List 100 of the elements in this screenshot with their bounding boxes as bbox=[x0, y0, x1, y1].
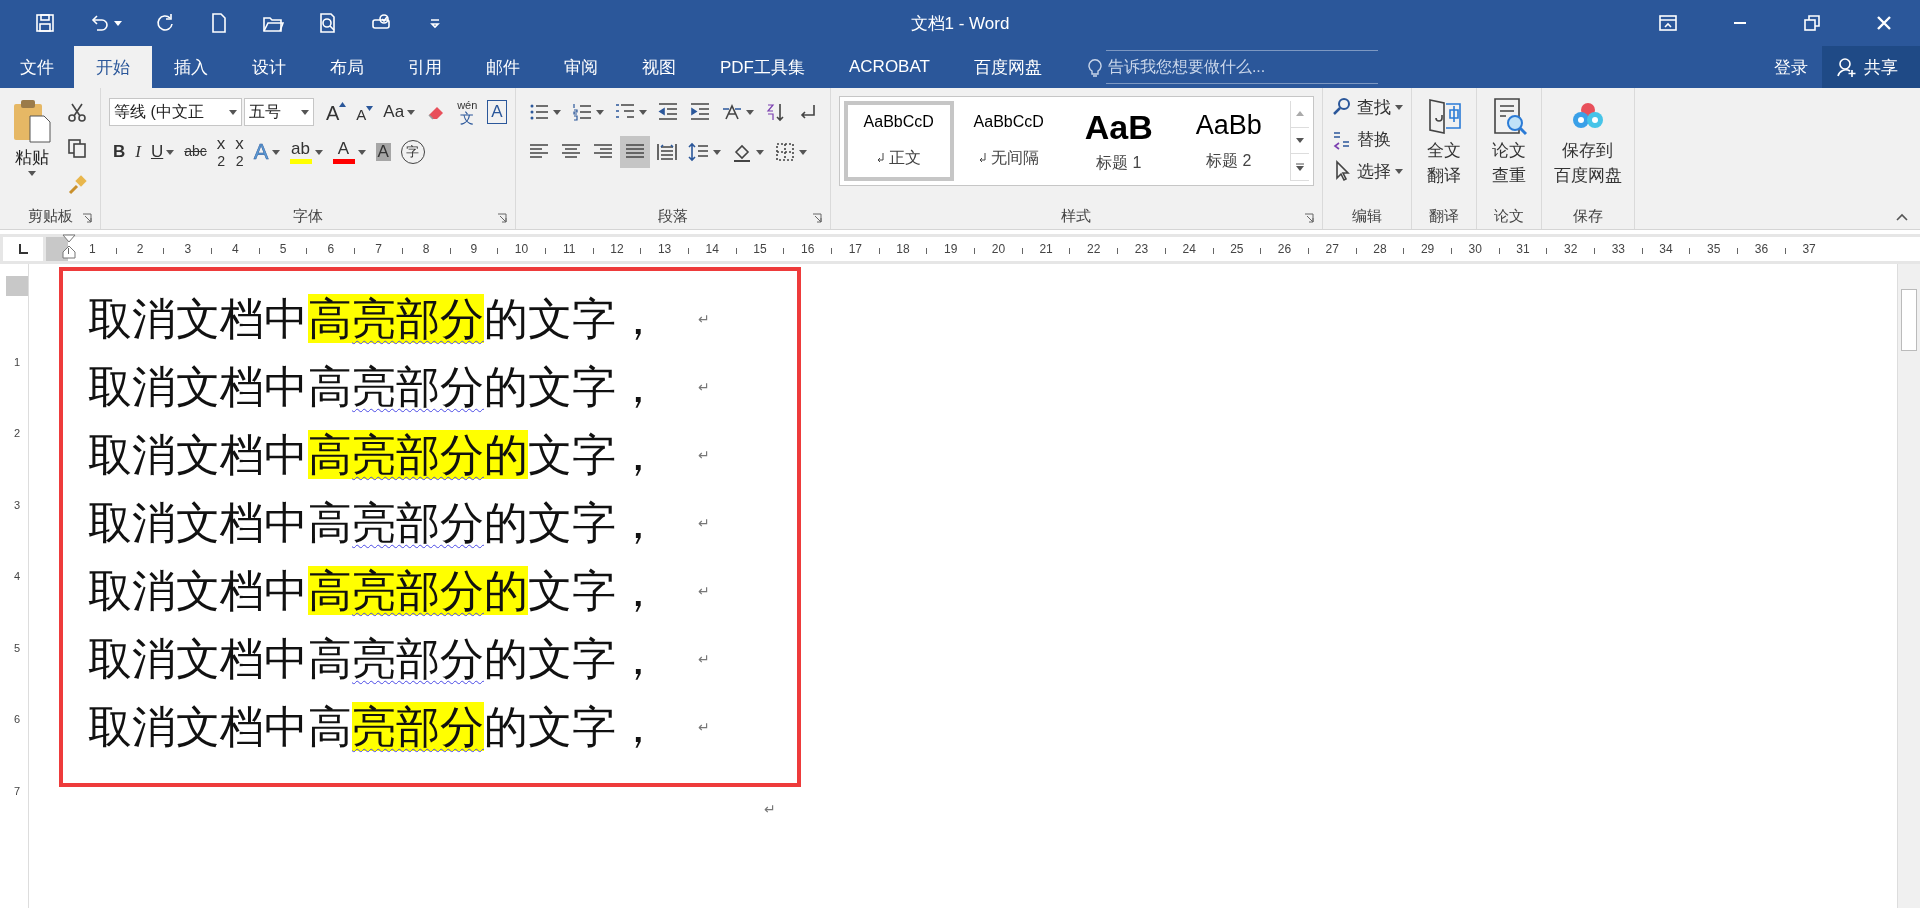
text-run: 亮部分 bbox=[352, 361, 484, 411]
text-run: 高 bbox=[308, 429, 352, 479]
sign-in-link[interactable]: 登录 bbox=[1760, 46, 1822, 88]
ruler-number: 16 bbox=[800, 242, 815, 256]
ruler-number: 35 bbox=[1707, 242, 1721, 256]
style-name: 无间隔 bbox=[978, 147, 1039, 169]
paragraph-mark: ↵ bbox=[698, 515, 710, 531]
ruler-number: 36 bbox=[1754, 242, 1769, 256]
collapse-ribbon-icon[interactable] bbox=[1896, 213, 1908, 221]
scissors-icon bbox=[66, 101, 88, 123]
caret-icon bbox=[595, 109, 604, 115]
tell-me-field[interactable]: 告诉我您想要做什么... bbox=[1105, 50, 1378, 84]
ruler-number: 1 bbox=[13, 355, 21, 368]
large-ribbon-button[interactable]: 保存到 百度网盘 bbox=[1549, 96, 1626, 187]
ruler-number: 21 bbox=[1039, 242, 1053, 256]
caret-icon bbox=[552, 109, 561, 115]
ribbon-tab[interactable]: 布局 bbox=[308, 46, 386, 88]
indent-icon bbox=[688, 101, 711, 123]
font-tool-button[interactable]: A bbox=[371, 136, 395, 168]
text-run: 文字， bbox=[528, 701, 660, 751]
scrollbar-thumb[interactable] bbox=[1901, 289, 1917, 351]
font-tool-button[interactable]: A bbox=[322, 96, 351, 128]
font-tool-button[interactable]: I bbox=[131, 136, 145, 168]
window-title: 文档1 - Word bbox=[910, 12, 1010, 35]
ribbon-tab[interactable]: 文件 bbox=[0, 46, 74, 88]
ruler-number: 2 bbox=[136, 242, 144, 256]
style-item[interactable]: AaBb 标题 2 bbox=[1173, 101, 1284, 181]
text-run: 取消文档中 bbox=[88, 633, 308, 683]
vertical-scrollbar[interactable] bbox=[1897, 264, 1920, 908]
paragraph-mark: ↵ bbox=[764, 801, 776, 817]
dialog-launcher-icon[interactable] bbox=[496, 213, 507, 223]
ribbon-tab[interactable]: 开始 bbox=[74, 46, 152, 88]
clipboard-icon bbox=[12, 98, 52, 144]
ribbon-tab[interactable]: 邮件 bbox=[464, 46, 542, 88]
font-tool-button[interactable]: A bbox=[328, 136, 370, 168]
font-tool-button[interactable]: U bbox=[146, 136, 179, 168]
ruler-number: 32 bbox=[1563, 242, 1578, 256]
font-name-dropdown[interactable]: 等线 (中文正 bbox=[109, 98, 242, 126]
ribbon-tab[interactable]: 插入 bbox=[152, 46, 230, 88]
left-tab-icon bbox=[17, 243, 29, 255]
restore-icon bbox=[1801, 12, 1823, 34]
ribbon-tab[interactable]: 视图 bbox=[620, 46, 698, 88]
tab-selector-button[interactable] bbox=[3, 237, 43, 261]
text-run: 亮部分 bbox=[352, 293, 484, 343]
font-tool-button[interactable]: Aa bbox=[379, 96, 420, 128]
ruler-number: 29 bbox=[1420, 242, 1435, 256]
paragraph-mark: ↵ bbox=[698, 651, 710, 667]
dialog-launcher-icon[interactable] bbox=[82, 213, 92, 223]
font-size-dropdown[interactable]: 五号 bbox=[244, 98, 314, 126]
font-tool-button[interactable]: A bbox=[352, 96, 378, 128]
ribbon-tab[interactable]: 审阅 bbox=[542, 46, 620, 88]
caret-icon bbox=[1394, 168, 1403, 174]
ruler-number: 7 bbox=[13, 784, 21, 797]
ruler-number: 18 bbox=[896, 242, 910, 256]
numbered-list-icon bbox=[570, 101, 593, 123]
line-spacing-icon bbox=[687, 141, 710, 163]
style-item[interactable]: AaBbCcD 正文 bbox=[843, 101, 954, 181]
font-tool-button[interactable]: wén 文 bbox=[453, 96, 482, 128]
dialog-launcher-icon[interactable] bbox=[1303, 213, 1314, 223]
large-ribbon-button[interactable]: 论文 查重 bbox=[1484, 96, 1533, 187]
style-item[interactable]: AaB 标题 1 bbox=[1063, 101, 1174, 181]
large-ribbon-button[interactable]: 全文 翻译 bbox=[1419, 96, 1468, 187]
font-tool-button[interactable]: A bbox=[487, 100, 507, 124]
text-run: 的 bbox=[484, 565, 528, 615]
text-run: 取消文档中 bbox=[88, 565, 308, 615]
caret-icon bbox=[166, 149, 175, 155]
ribbon-tab[interactable]: 设计 bbox=[230, 46, 308, 88]
ribbon-tab[interactable]: 引用 bbox=[386, 46, 464, 88]
lightbulb-icon bbox=[1087, 57, 1102, 77]
editing-button[interactable]: 替换 bbox=[1330, 124, 1391, 154]
ruler-number: 2 bbox=[13, 427, 21, 439]
share-button[interactable]: 共享 bbox=[1822, 46, 1920, 88]
caret-icon bbox=[638, 109, 647, 115]
text-run: 文字， bbox=[528, 429, 660, 479]
ruler-number: 3 bbox=[184, 242, 192, 256]
ruler-number: 5 bbox=[13, 641, 21, 654]
style-item[interactable]: AaBbCcD 无间隔 bbox=[953, 101, 1064, 181]
paste-button[interactable]: 粘贴 bbox=[8, 96, 56, 178]
style-name: 标题 2 bbox=[1206, 151, 1252, 171]
ribbon-tab[interactable]: PDF工具集 bbox=[698, 46, 827, 88]
paragraph-tool-button[interactable] bbox=[619, 136, 650, 168]
font-tool-button[interactable]: ab bbox=[285, 136, 327, 168]
ruler-number: 1 bbox=[89, 242, 96, 256]
dialog-launcher-icon[interactable] bbox=[811, 213, 822, 223]
ruler-margin bbox=[6, 276, 28, 296]
ruler-number: 6 bbox=[327, 242, 335, 256]
ribbon-tab[interactable]: 百度网盘 bbox=[951, 46, 1064, 88]
font-tool-button[interactable]: B bbox=[109, 136, 130, 168]
text-run: 文字， bbox=[528, 497, 660, 547]
ruler-number: 27 bbox=[1325, 242, 1339, 256]
editing-button[interactable]: 查找 bbox=[1330, 92, 1403, 122]
text-run: 取消文档中 bbox=[88, 497, 308, 547]
text-run: 高 bbox=[308, 293, 352, 343]
ribbon-display-icon bbox=[1657, 12, 1679, 34]
text-run: 的 bbox=[484, 497, 528, 547]
font-tool-button[interactable]: abc bbox=[180, 136, 211, 168]
ruler-number: 7 bbox=[375, 242, 382, 256]
editing-button[interactable]: 选择 bbox=[1330, 156, 1403, 186]
redo-icon bbox=[154, 12, 176, 34]
ribbon-tab[interactable]: ACROBAT bbox=[827, 46, 952, 88]
